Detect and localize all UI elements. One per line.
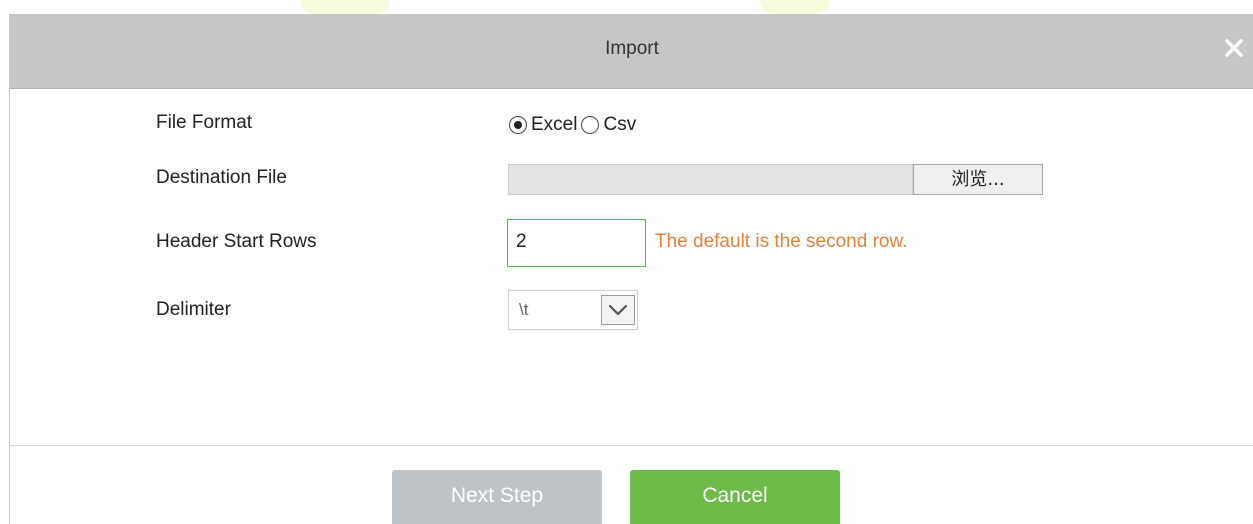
next-step-button[interactable]: Next Step [392, 470, 602, 524]
excel-radio[interactable] [509, 116, 527, 134]
footer-divider [10, 445, 1253, 446]
background-decoration [760, 0, 830, 14]
header-start-rows-input[interactable]: 2 [507, 219, 646, 267]
csv-radio-label[interactable]: Csv [603, 114, 636, 136]
background-strip [0, 0, 1253, 14]
destination-file-path[interactable] [508, 164, 913, 195]
csv-radio[interactable] [581, 116, 600, 134]
close-icon [1225, 39, 1243, 57]
dropdown-arrow-button[interactable] [601, 295, 635, 325]
dialog-title: Import [605, 38, 659, 59]
close-button[interactable] [1222, 36, 1246, 60]
header-start-rows-label: Header Start Rows [156, 231, 317, 252]
excel-radio-label[interactable]: Excel [531, 114, 577, 136]
delimiter-select[interactable]: \t [508, 290, 638, 330]
header-start-rows-hint: The default is the second row. [655, 231, 908, 252]
background-decoration [300, 0, 390, 14]
chevron-down-icon [608, 304, 628, 316]
dialog-titlebar: Import [10, 14, 1253, 89]
destination-file-label: Destination File [156, 167, 287, 188]
file-format-label: File Format [156, 112, 253, 133]
cancel-button[interactable]: Cancel [630, 470, 840, 524]
import-dialog: Import File Format Excel Csv Destination… [9, 14, 1253, 524]
browse-button[interactable]: 浏览... [913, 164, 1043, 195]
file-format-radio-group: Excel Csv [509, 112, 640, 138]
delimiter-label: Delimiter [156, 299, 231, 320]
delimiter-select-value: \t [519, 300, 529, 319]
